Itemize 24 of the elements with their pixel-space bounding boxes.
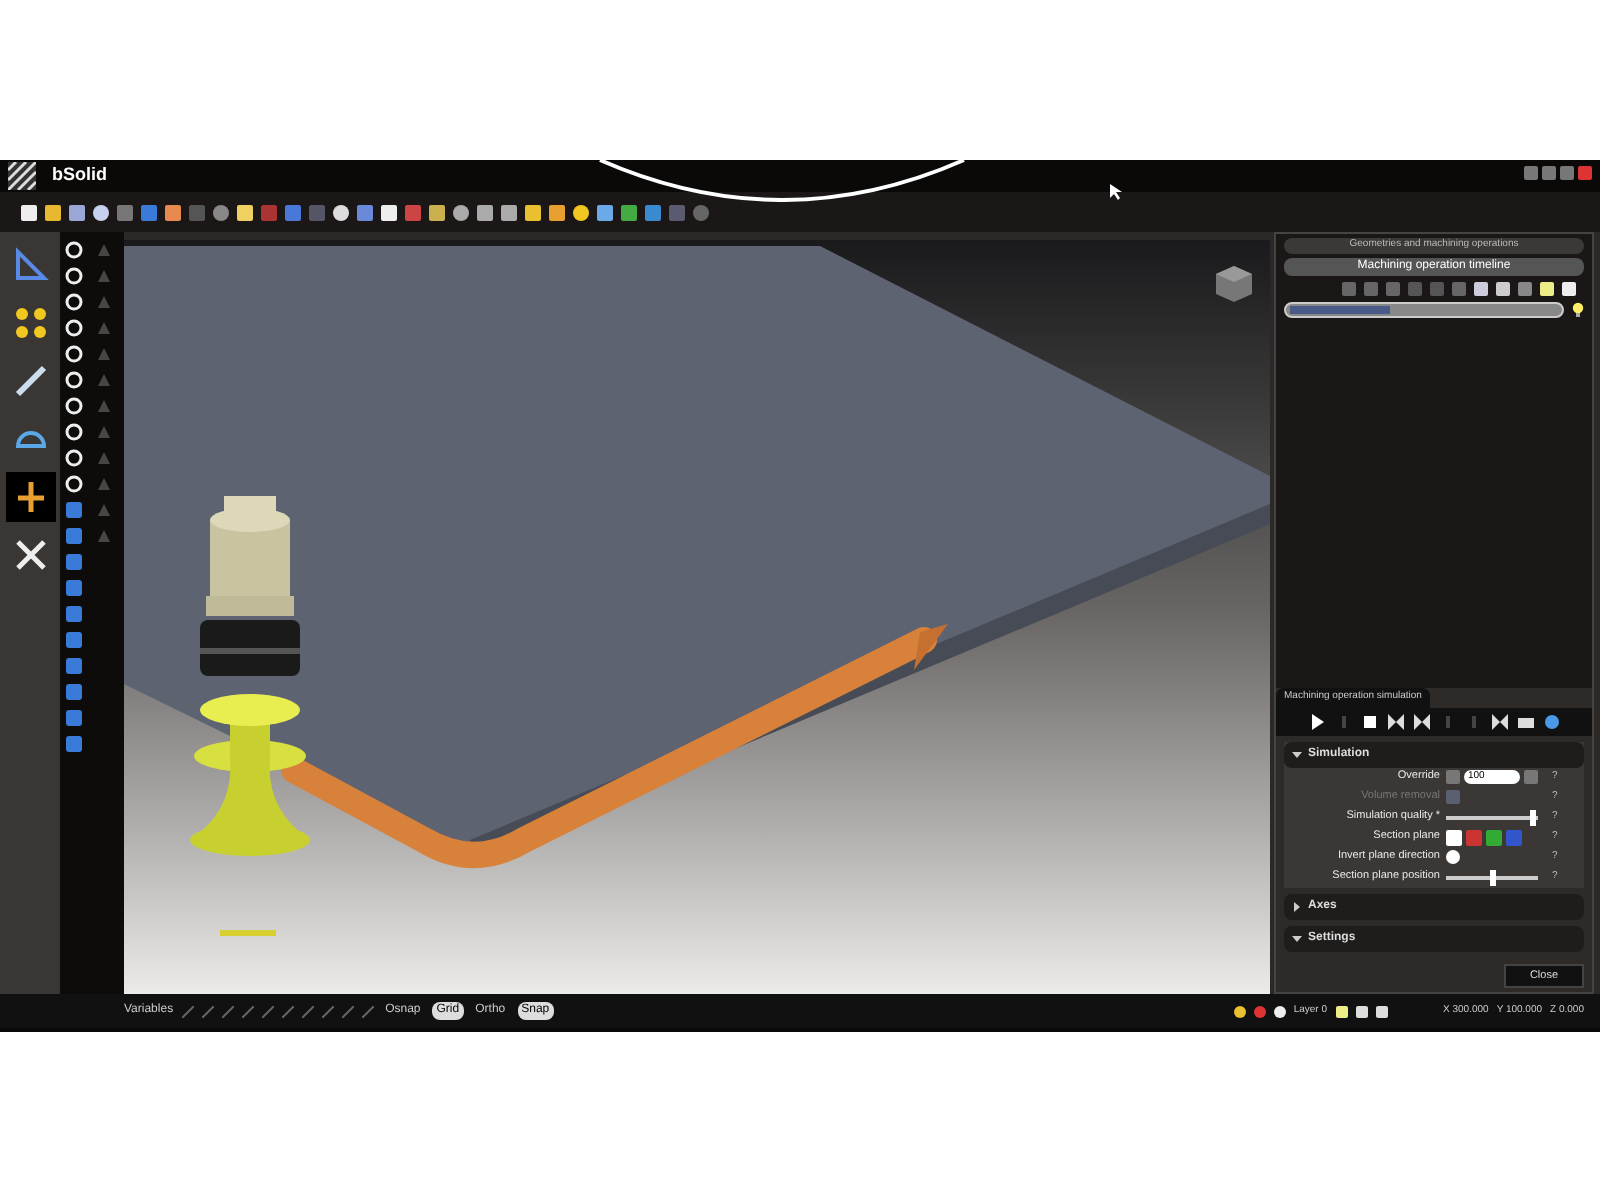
view-cube-icon[interactable]: [1214, 264, 1254, 304]
globe-icon[interactable]: [1543, 713, 1559, 729]
playback-control-icon[interactable]: [1413, 713, 1429, 729]
cursor-icon: [1110, 184, 1122, 200]
striped-logo-icon: [8, 162, 36, 190]
close-icon[interactable]: [1578, 165, 1592, 179]
lightbulb-icon[interactable]: [1572, 301, 1584, 317]
crossed-tools-icon[interactable]: [11, 536, 49, 574]
ruler-triangle-icon[interactable]: [11, 246, 49, 284]
playback-control-icon[interactable]: [1491, 713, 1507, 729]
stop-icon[interactable]: [1361, 713, 1377, 729]
slider-thumb[interactable]: [1489, 869, 1495, 885]
folder-icon[interactable]: [1517, 713, 1533, 729]
pencil-icon[interactable]: [11, 362, 49, 400]
plane-icon[interactable]: [1446, 829, 1462, 845]
timeline-item-bar: [1290, 305, 1390, 313]
playback-control-icon[interactable]: [1387, 713, 1403, 729]
timeline-track[interactable]: [1284, 301, 1564, 317]
checkbox[interactable]: [1446, 850, 1460, 864]
volume-icon: [1446, 790, 1460, 804]
window-title: bSolid: [52, 162, 107, 189]
four-dots-icon[interactable]: [11, 304, 49, 342]
play-icon[interactable]: [1309, 713, 1325, 729]
slider-thumb[interactable]: [1530, 809, 1537, 825]
